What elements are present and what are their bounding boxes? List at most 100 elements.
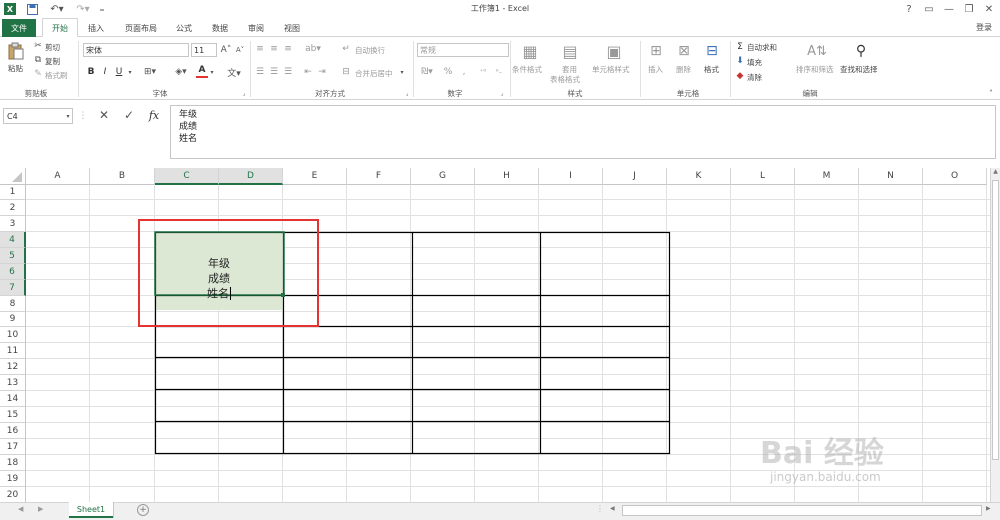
increase-decimal-icon[interactable]: ⁺⁰ — [476, 66, 490, 78]
sort-filter-icon[interactable]: A⇅ — [806, 41, 828, 61]
comma-button[interactable]: , — [458, 66, 470, 78]
next-sheet-icon[interactable]: ▶ — [38, 505, 43, 513]
fill-button[interactable]: 填充 — [747, 57, 762, 68]
font-name-select[interactable]: 宋体 — [83, 43, 189, 57]
align-left-icon[interactable]: ☰ — [254, 66, 266, 78]
decrease-font-icon[interactable]: A˅ — [234, 43, 246, 57]
wrap-text-button[interactable]: 自动换行 — [355, 45, 385, 56]
number-dialog-launcher-icon[interactable]: ⌟ — [498, 89, 506, 97]
prev-sheet-icon[interactable]: ◀ — [18, 505, 23, 513]
name-box-dropdown-icon[interactable]: ▾ — [64, 110, 72, 122]
tab-formulas[interactable]: 公式 — [170, 20, 198, 36]
tab-split-grip-icon[interactable]: ⋮ — [596, 504, 604, 513]
underline-button[interactable]: U — [114, 66, 124, 78]
ribbon-display-options-icon[interactable]: ▭ — [922, 2, 936, 16]
cell-styles-button[interactable]: 单元格样式 — [592, 64, 630, 75]
cell-styles-icon[interactable]: ▣ — [604, 41, 624, 61]
name-box[interactable]: C4 — [3, 108, 73, 124]
font-color-button[interactable]: A — [196, 64, 208, 78]
paste-icon[interactable] — [6, 41, 26, 61]
paste-button[interactable]: 粘贴 — [8, 63, 23, 74]
underline-dropdown-icon[interactable]: ▾ — [126, 66, 134, 78]
collapse-ribbon-icon[interactable]: ˄ — [986, 88, 996, 98]
login-link[interactable]: 登录 — [970, 19, 998, 35]
sheet-tab-sheet1[interactable]: Sheet1 — [69, 502, 113, 518]
increase-indent-icon[interactable]: ⇥ — [316, 66, 328, 78]
conditional-format-button[interactable]: 条件格式 — [512, 64, 542, 75]
restore-button[interactable]: ❐ — [962, 2, 976, 16]
decrease-indent-icon[interactable]: ⇤ — [302, 66, 314, 78]
scroll-up-icon[interactable]: ▲ — [991, 168, 1000, 175]
merge-center-button[interactable]: 合并后居中 — [355, 68, 393, 79]
autosum-button[interactable]: 自动求和 — [747, 42, 777, 53]
tab-data[interactable]: 数据 — [206, 20, 234, 36]
wrap-text-icon[interactable]: ↵ — [340, 43, 352, 55]
insert-function-button[interactable]: fx — [146, 107, 162, 123]
clear-button[interactable]: 清除 — [747, 72, 762, 83]
tab-file[interactable]: 文件 — [2, 19, 36, 37]
alignment-dialog-launcher-icon[interactable]: ⌟ — [403, 89, 411, 97]
tab-home[interactable]: 开始 — [42, 18, 78, 38]
sort-filter-button[interactable]: 排序和筛选 — [796, 64, 834, 75]
clear-icon: ◆ — [736, 71, 744, 81]
bold-button[interactable]: B — [86, 66, 96, 78]
decrease-decimal-icon[interactable]: ⁰₋ — [492, 66, 506, 78]
merge-dropdown-icon[interactable]: ▾ — [398, 66, 406, 78]
format-as-table-line2[interactable]: 表格格式 — [550, 74, 580, 85]
worksheet-grid[interactable]: ABCDEFGHIJKLMNO 1 2 3 4 5 6 7 8 9 10 11 12 13 14 15 16 1… — [0, 168, 990, 502]
close-button[interactable]: ✕ — [982, 2, 996, 16]
horizontal-scroll-thumb[interactable] — [622, 505, 982, 516]
align-top-icon[interactable]: ≡ — [254, 43, 266, 55]
format-cells-icon[interactable]: ⊟ — [702, 41, 722, 61]
align-center-icon[interactable]: ☰ — [268, 66, 280, 78]
minimize-button[interactable]: — — [942, 2, 956, 16]
formula-input[interactable]: 年级 成绩 姓名 — [170, 105, 996, 159]
window-title: 工作簿1 - Excel — [470, 4, 530, 13]
confirm-entry-button[interactable]: ✓ — [121, 107, 137, 123]
copy-button[interactable]: 复制 — [45, 56, 60, 67]
align-middle-icon[interactable]: ≡ — [268, 43, 280, 55]
find-select-button[interactable]: 查找和选择 — [840, 64, 878, 75]
insert-cells-button[interactable]: 插入 — [648, 64, 663, 75]
scroll-left-icon[interactable]: ◀ — [610, 505, 615, 512]
format-cells-button[interactable]: 格式 — [704, 64, 719, 75]
merge-center-icon[interactable]: ⊟ — [340, 66, 352, 78]
find-binoculars-icon[interactable]: ⚲ — [850, 41, 872, 61]
align-bottom-icon[interactable]: ≡ — [282, 43, 294, 55]
delete-cells-icon[interactable]: ⊠ — [674, 41, 694, 61]
vertical-scroll-thumb[interactable] — [992, 180, 999, 460]
borders-icon[interactable]: ⊞▾ — [142, 66, 158, 78]
tab-page-layout[interactable]: 页面布局 — [118, 20, 164, 36]
tab-view[interactable]: 视图 — [278, 20, 306, 36]
insert-cells-icon[interactable]: ⊞ — [646, 41, 666, 61]
delete-cells-button[interactable]: 删除 — [676, 64, 691, 75]
cut-button[interactable]: 剪切 — [45, 42, 60, 53]
number-format-select[interactable]: 常规 — [417, 43, 509, 57]
fill-color-icon[interactable]: ◈▾ — [172, 66, 190, 78]
ribbon-separator — [413, 41, 414, 97]
increase-font-icon[interactable]: A˄ — [220, 43, 232, 57]
scroll-right-icon[interactable]: ▶ — [986, 505, 991, 512]
font-dialog-launcher-icon[interactable]: ⌟ — [240, 89, 248, 97]
phonetic-icon[interactable]: 文▾ — [225, 66, 243, 79]
tab-insert[interactable]: 插入 — [82, 20, 110, 36]
italic-button[interactable]: I — [100, 66, 110, 78]
font-color-dropdown-icon[interactable]: ▾ — [208, 66, 216, 78]
tab-review[interactable]: 审阅 — [242, 20, 270, 36]
number-group-label: 数字 — [447, 89, 463, 98]
orientation-icon[interactable]: ab▾ — [304, 43, 322, 55]
percent-button[interactable]: % — [442, 66, 454, 78]
vertical-scrollbar[interactable]: ▲ — [990, 168, 1000, 502]
font-group-label: 字体 — [152, 89, 168, 98]
cancel-entry-button[interactable]: ✕ — [96, 107, 112, 123]
format-as-table-icon[interactable]: ▤ — [560, 41, 580, 61]
add-sheet-icon[interactable]: + — [137, 504, 149, 516]
format-painter-button[interactable]: 格式刷 — [45, 70, 68, 81]
currency-icon[interactable]: ₪▾ — [417, 66, 437, 78]
help-button[interactable]: ? — [902, 2, 916, 16]
font-size-select[interactable]: 11 — [191, 43, 217, 57]
formula-bar-grip-icon[interactable]: ⋮ — [79, 110, 88, 122]
align-right-icon[interactable]: ☰ — [282, 66, 294, 78]
formula-line-3: 姓名 — [179, 134, 198, 144]
conditional-format-icon[interactable]: ▦ — [520, 41, 540, 61]
